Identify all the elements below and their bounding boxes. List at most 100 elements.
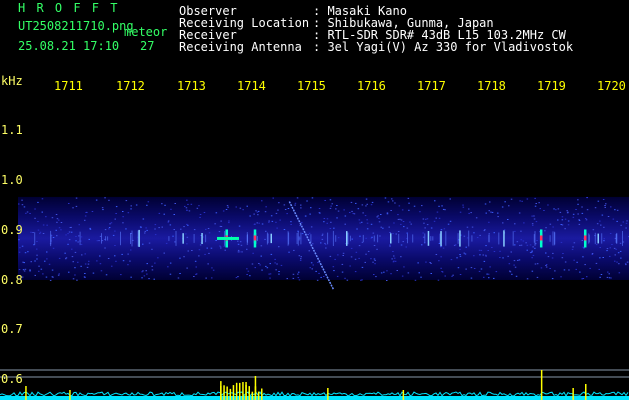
noise-speckle (552, 252, 554, 254)
noise-speckle (547, 204, 549, 206)
noise-speckle (36, 248, 38, 250)
noise-speckle (51, 269, 54, 271)
noise-speckle (539, 208, 541, 210)
noise-speckle (535, 203, 537, 204)
noise-speckle (143, 275, 146, 277)
meteor-echo (427, 231, 430, 246)
noise-speckle (380, 226, 382, 228)
noise-speckle (52, 247, 55, 249)
noise-speckle (205, 228, 207, 230)
noise-speckle (355, 202, 357, 204)
noise-speckle (32, 232, 34, 233)
noise-speckle (444, 209, 446, 211)
noise-speckle (618, 272, 621, 274)
noise-speckle (482, 254, 484, 256)
noise-speckle (390, 273, 392, 275)
noise-speckle (493, 232, 495, 234)
noise-speckle (561, 219, 564, 221)
noise-speckle (151, 265, 153, 267)
noise-speckle (260, 255, 262, 257)
noise-speckle (203, 212, 206, 213)
noise-speckle (222, 210, 225, 212)
noise-speckle (307, 234, 309, 236)
noise-speckle (459, 274, 462, 275)
noise-speckle (23, 206, 26, 208)
noise-speckle (56, 218, 59, 220)
noise-speckle (373, 258, 376, 260)
time-tick-label: 1717 (417, 79, 446, 93)
noise-streak (488, 234, 490, 243)
noise-speckle (586, 276, 588, 278)
noise-speckle (566, 210, 568, 212)
noise-speckle (600, 274, 603, 275)
noise-streak (288, 232, 290, 245)
noise-speckle (186, 209, 188, 211)
noise-speckle (522, 240, 525, 242)
noise-speckle (557, 208, 560, 210)
noise-speckle (127, 212, 130, 214)
noise-speckle (365, 253, 367, 255)
noise-speckle (194, 260, 197, 262)
noise-speckle (18, 239, 20, 241)
noise-speckle (294, 204, 296, 206)
noise-speckle (215, 212, 218, 214)
noise-speckle (112, 234, 115, 236)
noise-speckle (599, 257, 601, 259)
noise-speckle (38, 270, 40, 272)
noise-speckle (254, 267, 256, 269)
noise-streak (601, 233, 603, 244)
noise-speckle (389, 232, 391, 233)
noise-speckle (376, 216, 378, 218)
noise-streak (512, 231, 514, 246)
noise-speckle (19, 247, 21, 249)
noise-speckle (413, 205, 416, 207)
noise-speckle (140, 226, 142, 228)
noise-speckle (320, 242, 322, 244)
noise-speckle (560, 241, 563, 243)
noise-speckle (442, 208, 445, 210)
noise-speckle (249, 275, 251, 277)
noise-speckle (457, 267, 460, 269)
noise-speckle (625, 227, 627, 229)
noise-speckle (484, 229, 486, 231)
noise-speckle (318, 272, 320, 274)
noise-speckle (610, 206, 612, 208)
noise-speckle (199, 216, 201, 218)
noise-speckle (247, 270, 250, 272)
noise-speckle (84, 263, 87, 265)
noise-speckle (567, 220, 570, 222)
noise-speckle (68, 231, 71, 233)
noise-speckle (114, 255, 116, 257)
noise-speckle (561, 257, 564, 259)
noise-speckle (561, 216, 564, 218)
noise-speckle (581, 212, 584, 214)
noise-speckle (268, 221, 270, 223)
noise-speckle (449, 198, 451, 200)
noise-speckle (261, 200, 263, 202)
noise-speckle (602, 257, 604, 258)
noise-speckle (184, 205, 186, 207)
noise-speckle (622, 221, 624, 223)
noise-speckle (67, 243, 69, 245)
noise-speckle (174, 241, 176, 243)
noise-speckle (610, 277, 612, 279)
noise-speckle (271, 220, 274, 222)
noise-speckle (536, 240, 538, 241)
noise-speckle (315, 270, 317, 272)
noise-speckle (508, 263, 511, 265)
noise-speckle (401, 209, 404, 211)
noise-speckle (618, 263, 620, 265)
noise-speckle (179, 273, 181, 274)
noise-speckle (228, 220, 230, 222)
noise-speckle (577, 213, 579, 215)
signal-spike (239, 382, 241, 400)
signal-spike (257, 391, 260, 400)
noise-speckle (85, 212, 87, 213)
noise-speckle (575, 268, 577, 270)
noise-speckle (177, 277, 180, 279)
noise-speckle (370, 204, 373, 206)
noise-speckle (483, 260, 486, 262)
noise-speckle (422, 232, 424, 234)
noise-speckle (396, 270, 398, 271)
noise-speckle (534, 197, 536, 199)
